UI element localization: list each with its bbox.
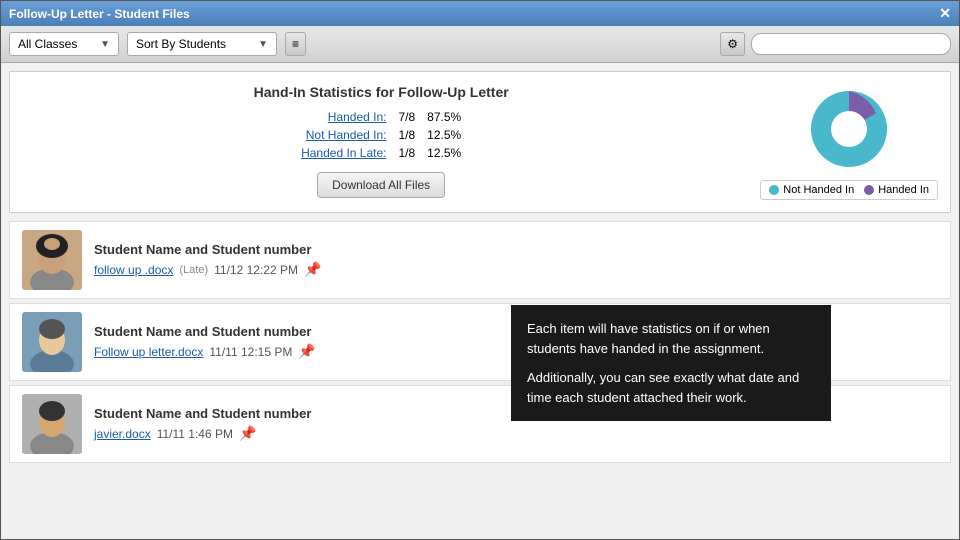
stats-percent: 12.5% bbox=[421, 126, 467, 144]
stats-table: Handed In: 7/8 87.5% Not Handed In: 1/8 … bbox=[295, 108, 467, 162]
toolbar-right: ⚙ bbox=[720, 32, 951, 56]
stats-row: Handed In Late: 1/8 12.5% bbox=[295, 144, 467, 162]
file-time: 11/11 12:15 PM bbox=[209, 345, 292, 359]
stats-fraction: 7/8 bbox=[392, 108, 421, 126]
tooltip-line2: Additionally, you can see exactly what d… bbox=[527, 368, 815, 407]
close-button[interactable]: ✕ bbox=[939, 5, 951, 22]
file-link[interactable]: Follow up letter.docx bbox=[94, 345, 203, 359]
class-dropdown-label: All Classes bbox=[18, 37, 77, 51]
sort-dropdown-label: Sort By Students bbox=[136, 37, 226, 51]
file-link[interactable]: javier.docx bbox=[94, 427, 151, 441]
student-row: Student Name and Student number follow u… bbox=[9, 221, 951, 299]
stats-label[interactable]: Not Handed In: bbox=[295, 126, 392, 144]
stats-label[interactable]: Handed In: bbox=[295, 108, 392, 126]
content-area: Hand-In Statistics for Follow-Up Letter … bbox=[1, 63, 959, 539]
legend-handed-in: Handed In bbox=[864, 184, 929, 196]
student-file-row: javier.docx 11/11 1:46 PM 📌 bbox=[94, 425, 938, 442]
stats-percent: 12.5% bbox=[421, 144, 467, 162]
stats-fraction: 1/8 bbox=[392, 144, 421, 162]
gear-icon: ⚙ bbox=[727, 37, 738, 51]
search-input[interactable] bbox=[762, 37, 940, 51]
main-window: Follow-Up Letter - Student Files ✕ All C… bbox=[0, 0, 960, 540]
toolbar: All Classes ▼ Sort By Students ▼ ≡ ⚙ bbox=[1, 26, 959, 63]
tooltip-overlay: Each item will have statistics on if or … bbox=[511, 305, 831, 421]
class-dropdown[interactable]: All Classes ▼ bbox=[9, 32, 119, 56]
stats-title: Hand-In Statistics for Follow-Up Letter bbox=[22, 84, 740, 100]
list-view-button[interactable]: ≡ bbox=[285, 32, 306, 56]
avatar bbox=[22, 394, 82, 454]
window-title: Follow-Up Letter - Student Files bbox=[9, 7, 190, 21]
file-link[interactable]: follow up .docx bbox=[94, 263, 173, 277]
stats-fraction: 1/8 bbox=[392, 126, 421, 144]
late-badge: (Late) bbox=[179, 264, 208, 276]
avatar bbox=[22, 230, 82, 290]
sort-dropdown[interactable]: Sort By Students ▼ bbox=[127, 32, 277, 56]
stats-left: Hand-In Statistics for Follow-Up Letter … bbox=[22, 84, 740, 198]
search-box[interactable] bbox=[751, 33, 951, 55]
tooltip-line1: Each item will have statistics on if or … bbox=[527, 319, 815, 358]
not-handed-in-label: Not Handed In bbox=[783, 184, 854, 196]
chevron-down-icon: ▼ bbox=[258, 39, 268, 50]
legend: Not Handed In Handed In bbox=[760, 180, 938, 200]
download-all-button[interactable]: Download All Files bbox=[317, 172, 445, 198]
pie-chart bbox=[804, 84, 894, 174]
not-handed-in-dot bbox=[769, 185, 779, 195]
student-file-row: follow up .docx (Late) 11/12 12:22 PM 📌 bbox=[94, 261, 938, 278]
stats-percent: 87.5% bbox=[421, 108, 467, 126]
student-info: Student Name and Student number follow u… bbox=[94, 242, 938, 278]
legend-not-handed-in: Not Handed In bbox=[769, 184, 854, 196]
chevron-down-icon: ▼ bbox=[100, 39, 110, 50]
stats-right: Not Handed In Handed In bbox=[760, 84, 938, 200]
file-time: 11/12 12:22 PM bbox=[214, 263, 298, 277]
pin-icon: 📌 bbox=[239, 425, 256, 442]
stats-row: Handed In: 7/8 87.5% bbox=[295, 108, 467, 126]
title-bar: Follow-Up Letter - Student Files ✕ bbox=[1, 1, 959, 26]
stats-panel: Hand-In Statistics for Follow-Up Letter … bbox=[9, 71, 951, 213]
settings-button[interactable]: ⚙ bbox=[720, 32, 745, 56]
handed-in-label: Handed In bbox=[878, 184, 929, 196]
stats-row: Not Handed In: 1/8 12.5% bbox=[295, 126, 467, 144]
file-time: 11/11 1:46 PM bbox=[157, 427, 233, 441]
handed-in-dot bbox=[864, 185, 874, 195]
pin-icon: 📌 bbox=[298, 343, 315, 360]
stats-label[interactable]: Handed In Late: bbox=[295, 144, 392, 162]
pin-icon: 📌 bbox=[304, 261, 321, 278]
student-name: Student Name and Student number bbox=[94, 242, 938, 257]
avatar bbox=[22, 312, 82, 372]
